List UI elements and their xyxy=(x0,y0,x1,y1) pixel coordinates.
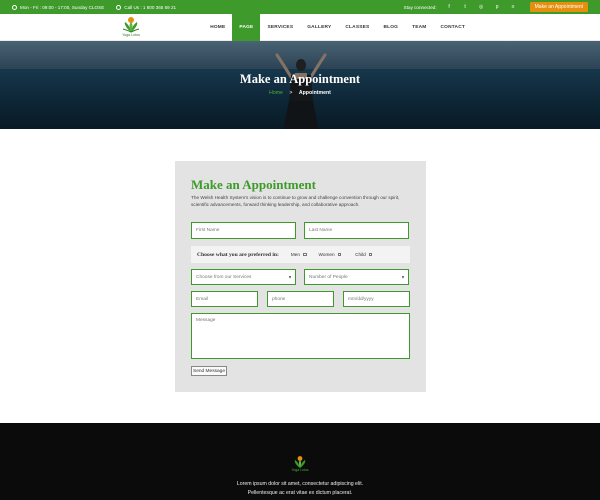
hours-text: Mon - Fri : 09:00 - 17:00, Sunday CLOSE xyxy=(20,4,105,10)
services-select-value: Choose from our Services xyxy=(196,274,252,280)
twitter-icon[interactable]: t xyxy=(462,4,469,10)
nav-classes[interactable]: CLASSES xyxy=(338,14,376,41)
hours-info: Mon - Fri : 09:00 - 17:00, Sunday CLOSE xyxy=(12,4,105,10)
services-select[interactable]: Choose from our Services ▼ xyxy=(191,269,296,285)
send-message-button[interactable]: Send Message xyxy=(191,366,227,376)
nav-contact[interactable]: CONTACT xyxy=(434,14,473,41)
form-title: Make an Appointment xyxy=(191,177,316,192)
nav-menu: HOME PAGE SERVICES GALLERY CLASSES BLOG … xyxy=(203,14,472,41)
phone-placeholder: phone xyxy=(272,296,286,302)
breadcrumb-home-link[interactable]: Home xyxy=(269,90,283,96)
phone-text: Call Us : 1 800 365 59 21 xyxy=(124,4,177,10)
message-placeholder: Message xyxy=(196,318,216,323)
people-select[interactable]: Number of People ▼ xyxy=(304,269,409,285)
site-logo[interactable]: Yoga Lotus xyxy=(120,16,142,40)
preference-row: Choose what you are preferred in: Men Wo… xyxy=(191,246,410,263)
lotus-logo-icon xyxy=(122,17,140,33)
clock-icon xyxy=(12,4,17,10)
footer-logo[interactable]: Yoga Lotus xyxy=(289,455,311,475)
phone-info: Call Us : 1 800 365 59 21 xyxy=(116,4,177,10)
nav-gallery[interactable]: GALLERY xyxy=(300,14,338,41)
breadcrumb: Home > Appointment xyxy=(0,90,600,96)
pinterest-icon[interactable]: p xyxy=(494,4,501,10)
phone-icon xyxy=(116,4,122,10)
last-name-placeholder: Last Name xyxy=(309,228,333,233)
hero-title: Make an Appointment xyxy=(239,72,361,86)
chevron-down-icon: ▼ xyxy=(401,274,405,280)
top-bar-social: Stay connected: f t ◎ p ≡ Make an Appoin… xyxy=(404,0,588,14)
nav-home[interactable]: HOME xyxy=(203,14,232,41)
make-appointment-button[interactable]: Make an Appointment xyxy=(529,2,588,12)
footer-logo-text: Yoga Lotus xyxy=(291,468,309,472)
preference-option-women[interactable]: Women xyxy=(319,252,342,257)
top-bar-info: Mon - Fri : 09:00 - 17:00, Sunday CLOSE … xyxy=(12,0,176,14)
email-field[interactable]: Email xyxy=(191,291,258,307)
preference-men-checkbox[interactable] xyxy=(303,252,307,257)
preference-child-label: Child xyxy=(355,252,366,257)
menu-icon[interactable]: ≡ xyxy=(510,4,517,10)
people-select-value: Number of People xyxy=(309,274,348,280)
footer-line-1: Lorem ipsum dolor sit amet, consectetur … xyxy=(236,481,364,487)
email-placeholder: Email xyxy=(196,296,208,302)
message-field[interactable]: Message xyxy=(191,313,410,359)
instagram-icon[interactable]: ◎ xyxy=(478,4,485,10)
top-bar: Mon - Fri : 09:00 - 17:00, Sunday CLOSE … xyxy=(0,0,600,14)
phone-field[interactable]: phone xyxy=(267,291,334,307)
nav-blog[interactable]: BLOG xyxy=(376,14,405,41)
last-name-field[interactable]: Last Name xyxy=(304,222,409,239)
date-field[interactable]: mm/dd/yyyy xyxy=(343,291,410,307)
first-name-field[interactable]: First Name xyxy=(191,222,296,239)
breadcrumb-current: Appointment xyxy=(298,90,331,96)
preference-men-label: Men xyxy=(290,252,301,257)
stay-connected-label: Stay connected: xyxy=(403,4,437,10)
nav-team[interactable]: TEAM xyxy=(405,14,433,41)
preference-women-label: Women xyxy=(318,252,335,257)
preference-child-checkbox[interactable] xyxy=(368,252,373,257)
nav-services[interactable]: SERVICES xyxy=(260,14,300,41)
preference-women-checkbox[interactable] xyxy=(337,252,342,257)
date-placeholder: mm/dd/yyyy xyxy=(348,296,374,302)
footer-text: Lorem ipsum dolor sit amet, consectetur … xyxy=(0,480,600,497)
facebook-icon[interactable]: f xyxy=(446,4,453,10)
form-description: The Welsh Health System's vision is to c… xyxy=(191,195,400,207)
breadcrumb-separator: > xyxy=(289,90,293,96)
chevron-down-icon: ▼ xyxy=(288,274,292,280)
footer-line-2: Pellentesque ac erat vitae ex dictum pla… xyxy=(247,489,353,496)
logo-text: Yoga Lotus xyxy=(122,33,140,37)
first-name-placeholder: First Name xyxy=(196,228,220,233)
preference-label: Choose what you are preferred in: xyxy=(197,251,279,258)
lotus-logo-icon xyxy=(294,456,306,468)
preference-option-men[interactable]: Men xyxy=(291,252,307,257)
preference-option-child[interactable]: Child xyxy=(355,252,373,257)
nav-page[interactable]: PAGE xyxy=(232,14,261,41)
